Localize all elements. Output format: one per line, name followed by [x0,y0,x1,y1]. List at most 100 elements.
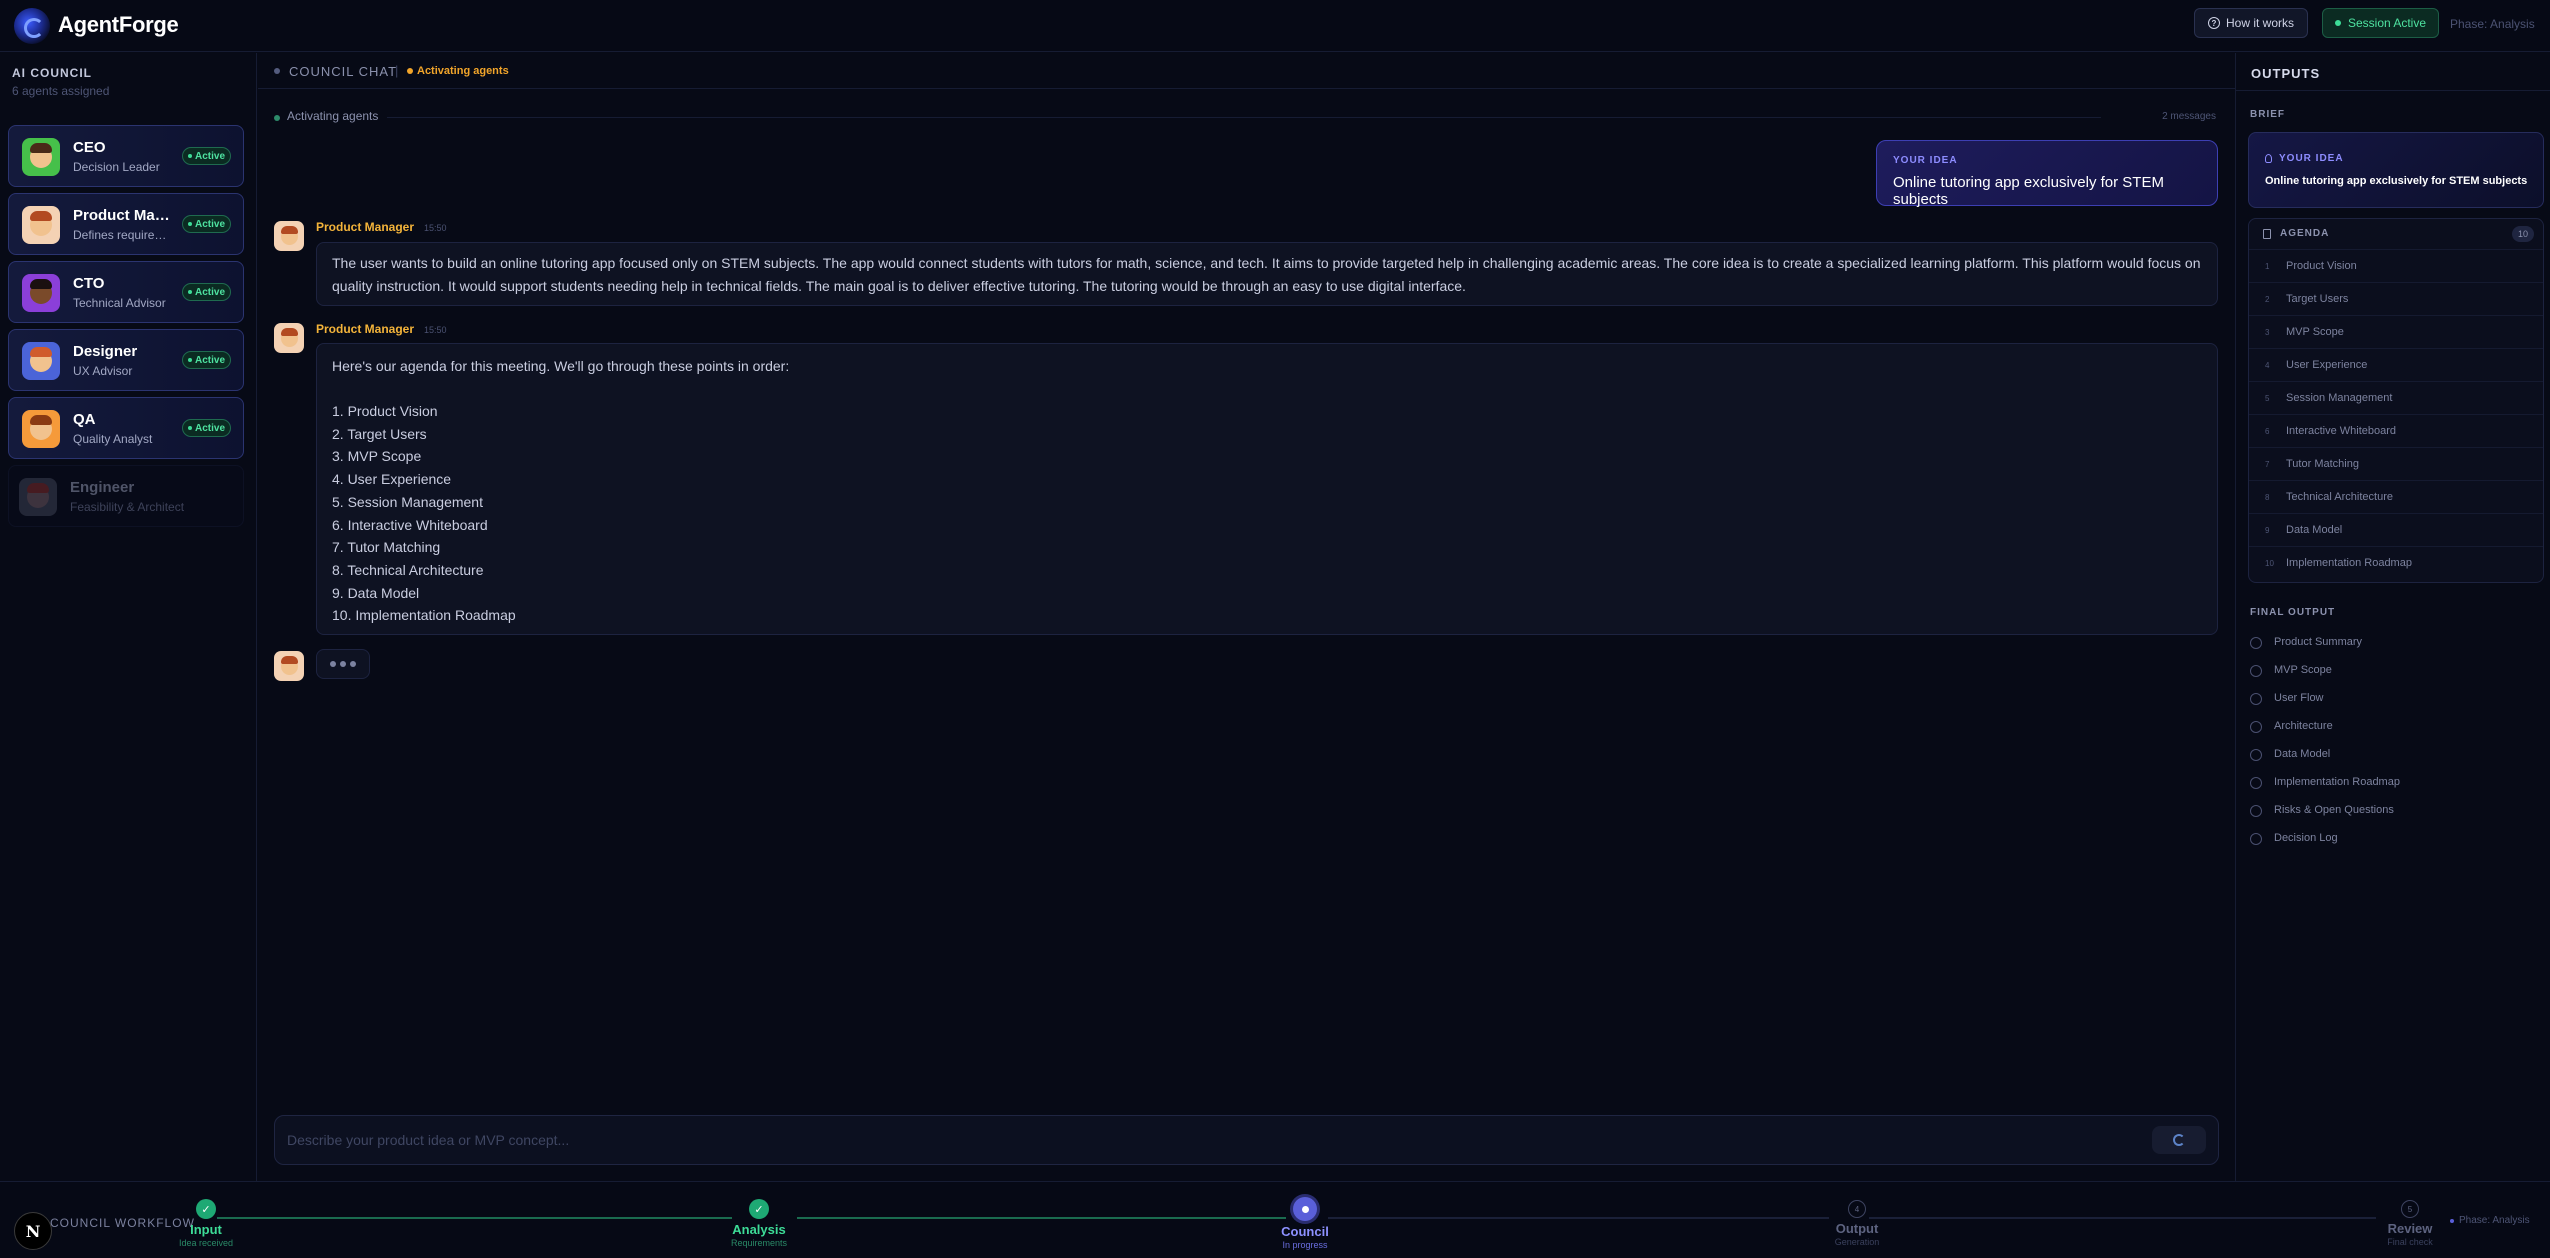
product-manager-avatar [22,206,60,244]
agent-card-qa[interactable]: QA Quality Analyst Active [8,397,244,459]
final-output-item[interactable]: Decision Log [2250,827,2540,851]
step-sub: Generation [1834,1237,1880,1247]
agent-card-cto[interactable]: CTO Technical Advisor Active [8,261,244,323]
agenda-item[interactable]: 7 Tutor Matching [2249,447,2543,480]
workflow-connector [797,1217,1286,1219]
agent-name: CTO [73,275,105,292]
agentforge-logo-icon [14,8,50,44]
final-output-item[interactable]: User Flow [2250,687,2540,711]
workflow-step-review[interactable]: 5 Review Final check [2360,1199,2460,1247]
active-label: Active [194,422,225,434]
agenda-item-number: 6 [2265,427,2270,436]
agent-card-engineer[interactable]: Engineer Feasibility & Architect [8,465,244,527]
chat-separator: | [395,63,399,78]
agenda-item-number: 10 [2265,559,2274,568]
agenda-item[interactable]: 2 Target Users [2249,282,2543,315]
agenda-item[interactable]: 10 Implementation Roadmap [2249,546,2543,582]
product-manager-avatar [274,221,304,251]
step-number-icon: 5 [2401,1200,2419,1218]
user-idea-text: Online tutoring app exclusively for STEM… [1893,174,2164,208]
agenda-list-item: 5. Session Management [332,493,483,510]
agenda-list-item: 8. Technical Architecture [332,561,484,578]
agent-card-ceo[interactable]: CEO Decision Leader Active [8,125,244,187]
final-output-label: Product Summary [2274,636,2363,648]
system-dot-icon [274,115,280,121]
brief-idea-label: YOUR IDEA [2279,153,2344,164]
agenda-item[interactable]: 6 Interactive Whiteboard [2249,414,2543,447]
product-manager-avatar [274,323,304,353]
final-output-item[interactable]: Architecture [2250,715,2540,739]
final-output-item[interactable]: Risks & Open Questions [2250,799,2540,823]
send-button[interactable] [2152,1126,2206,1154]
status-dot-icon [187,426,192,430]
step-label: Output [1835,1221,1879,1236]
workflow-step-output[interactable]: 4 Output Generation [1807,1199,1907,1247]
final-output-item[interactable]: MVP Scope [2250,659,2540,683]
system-event-row: Activating agents 2 messages [274,108,2219,128]
activity-dot-icon [407,68,413,74]
status-dot-icon [187,222,192,226]
agenda-header[interactable]: AGENDA 10 [2249,219,2543,249]
agent-role: Quality Analyst [73,432,153,446]
agent-role: Technical Advisor [73,296,166,310]
agenda-item[interactable]: 4 User Experience [2249,348,2543,381]
agenda-item-number: 7 [2265,460,2270,469]
check-icon: ✓ [196,1199,216,1219]
council-subtitle: 6 agents assigned [12,84,110,98]
final-output-section-label: FINAL OUTPUT [2250,607,2336,618]
workflow-step-analysis[interactable]: ✓ Analysis Requirements [709,1199,809,1248]
system-event-text: Activating agents [287,109,379,123]
agenda-title: AGENDA [2280,228,2330,239]
step-sub: Idea received [178,1238,234,1248]
agenda-item[interactable]: 5 Session Management [2249,381,2543,414]
workflow-bar: COUNCIL WORKFLOW N ✓ Input Idea received… [0,1181,2550,1258]
workflow-step-council[interactable]: Council In progress [1255,1197,1355,1250]
message-time: 15:50 [424,223,447,233]
circle-icon [2250,805,2262,817]
step-label: Council [1281,1224,1329,1239]
chat-status: Activating agents [417,65,509,77]
engineer-avatar [19,478,57,516]
message-bubble: The user wants to build an online tutori… [316,242,2218,306]
final-output-label: User Flow [2274,692,2324,704]
current-step-icon [1293,1197,1317,1221]
active-badge: Active [182,419,231,437]
final-output-item[interactable]: Product Summary [2250,631,2540,655]
step-sub: In progress [1282,1240,1328,1250]
active-badge: Active [182,147,231,165]
agenda-list-item: 7. Tutor Matching [332,539,441,556]
agenda-item-label: Implementation Roadmap [2286,557,2412,569]
active-label: Active [194,354,225,366]
agenda-list-item: 4. User Experience [332,471,452,488]
circle-icon [2250,637,2262,649]
agenda-item[interactable]: 1 Product Vision [2249,249,2543,282]
agent-card-product-manager[interactable]: Product Manager Defines requirements Act… [8,193,244,255]
workflow-step-input[interactable]: ✓ Input Idea received [156,1199,256,1248]
agenda-item[interactable]: 3 MVP Scope [2249,315,2543,348]
workflow-phase: Phase: Analysis [2450,1215,2530,1226]
session-status-label: Session Active [2347,16,2427,30]
workflow-phase-label: Phase: Analysis [2459,1215,2530,1226]
divider [2236,90,2550,91]
agent-role: UX Advisor [73,364,133,378]
how-it-works-label: How it works [2225,16,2294,30]
phase-indicator: Phase: Analysis [2450,17,2535,31]
agenda-card: AGENDA 10 1 Product Vision 2 Target Users … [2248,218,2544,583]
agenda-item-number: 8 [2265,493,2270,502]
active-label: Active [194,150,225,162]
final-output-label: Implementation Roadmap [2274,776,2400,788]
final-output-item[interactable]: Implementation Roadmap [2250,771,2540,795]
agent-card-designer[interactable]: Designer UX Advisor Active [8,329,244,391]
active-label: Active [194,218,225,230]
how-it-works-button[interactable]: ? How it works [2194,8,2308,38]
agenda-item-number: 5 [2265,394,2270,403]
agenda-item[interactable]: 9 Data Model [2249,513,2543,546]
designer-avatar [22,342,60,380]
n-logo-badge[interactable]: N [14,1212,52,1250]
agenda-item[interactable]: 8 Technical Architecture [2249,480,2543,513]
step-sub: Requirements [730,1238,788,1248]
idea-input[interactable] [287,1128,1987,1152]
final-output-item[interactable]: Data Model [2250,743,2540,767]
circle-icon [2250,721,2262,733]
outputs-title: OUTPUTS [2251,66,2321,81]
